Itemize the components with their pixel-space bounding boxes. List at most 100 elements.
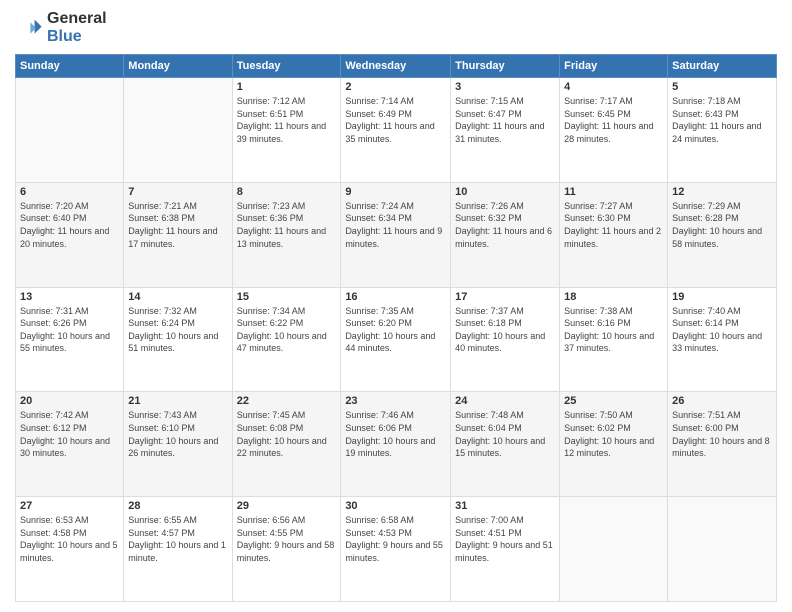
calendar-cell [668,497,777,602]
calendar-cell: 6 Sunrise: 7:20 AM Sunset: 6:40 PM Daylig… [16,182,124,287]
day-number: 10 [455,186,555,198]
day-number: 24 [455,395,555,407]
calendar-cell: 5Sunrise: 7:18 AM Sunset: 6:43 PM Daylig… [668,78,777,183]
calendar-cell: 25 Sunrise: 7:50 AM Sunset: 6:02 PM Dayli… [560,392,668,497]
day-number: 31 [455,500,555,512]
weekday-header-wednesday: Wednesday [341,55,451,78]
calendar-cell: 10Sunrise: 7:26 AM Sunset: 6:32 PM Dayli… [451,182,560,287]
calendar-cell: 22 Sunrise: 7:45 AM Sunset: 6:08 PM Dayli… [232,392,341,497]
logo-icon [15,14,43,42]
calendar-cell: 9 Sunrise: 7:24 AM Sunset: 6:34 PM Daylig… [341,182,451,287]
calendar-cell: 24 Sunrise: 7:48 AM Sunset: 6:04 PM Dayli… [451,392,560,497]
day-info: Sunrise: 7:35 AM Sunset: 6:20 PM Dayligh… [345,305,446,355]
day-info: Sunrise: 7:17 AM Sunset: 6:45 PM Dayligh… [564,95,663,145]
day-info: Sunrise: 7:50 AM Sunset: 6:02 PM Dayligh… [564,409,663,459]
calendar-cell: 20Sunrise: 7:42 AM Sunset: 6:12 PM Dayli… [16,392,124,497]
day-number: 21 [128,395,227,407]
calendar-cell: 3 Sunrise: 7:15 AM Sunset: 6:47 PM Daylig… [451,78,560,183]
day-number: 23 [345,395,446,407]
week-row-2: 6 Sunrise: 7:20 AM Sunset: 6:40 PM Daylig… [16,182,777,287]
week-row-5: 27Sunrise: 6:53 AM Sunset: 4:58 PM Dayli… [16,497,777,602]
calendar-cell: 31 Sunrise: 7:00 AM Sunset: 4:51 PM Dayli… [451,497,560,602]
weekday-header-monday: Monday [124,55,232,78]
day-number: 17 [455,291,555,303]
calendar-cell: 12 Sunrise: 7:29 AM Sunset: 6:28 PM Dayli… [668,182,777,287]
day-info: Sunrise: 7:31 AM Sunset: 6:26 PM Dayligh… [20,305,119,355]
day-number: 9 [345,186,446,198]
day-info: Sunrise: 7:38 AM Sunset: 6:16 PM Dayligh… [564,305,663,355]
day-number: 15 [237,291,337,303]
day-info: Sunrise: 7:12 AM Sunset: 6:51 PM Dayligh… [237,95,337,145]
day-number: 8 [237,186,337,198]
weekday-header-friday: Friday [560,55,668,78]
day-number: 13 [20,291,119,303]
day-number: 12 [672,186,772,198]
weekday-header-thursday: Thursday [451,55,560,78]
day-number: 2 [345,81,446,93]
day-info: Sunrise: 7:51 AM Sunset: 6:00 PM Dayligh… [672,409,772,459]
calendar-cell [560,497,668,602]
calendar-cell: 14 Sunrise: 7:32 AM Sunset: 6:24 PM Dayli… [124,287,232,392]
day-info: Sunrise: 7:23 AM Sunset: 6:36 PM Dayligh… [237,200,337,250]
calendar-cell: 28 Sunrise: 6:55 AM Sunset: 4:57 PM Dayli… [124,497,232,602]
day-info: Sunrise: 7:46 AM Sunset: 6:06 PM Dayligh… [345,409,446,459]
day-info: Sunrise: 7:37 AM Sunset: 6:18 PM Dayligh… [455,305,555,355]
logo-text: General Blue [47,10,107,46]
day-number: 18 [564,291,663,303]
calendar-cell: 18 Sunrise: 7:38 AM Sunset: 6:16 PM Dayli… [560,287,668,392]
day-number: 3 [455,81,555,93]
calendar-cell: 23 Sunrise: 7:46 AM Sunset: 6:06 PM Dayli… [341,392,451,497]
day-info: Sunrise: 6:58 AM Sunset: 4:53 PM Dayligh… [345,514,446,564]
weekday-header-row: SundayMondayTuesdayWednesdayThursdayFrid… [16,55,777,78]
logo: General Blue [15,10,107,46]
calendar-cell: 17 Sunrise: 7:37 AM Sunset: 6:18 PM Dayli… [451,287,560,392]
calendar-table: SundayMondayTuesdayWednesdayThursdayFrid… [15,54,777,602]
day-number: 27 [20,500,119,512]
day-info: Sunrise: 7:45 AM Sunset: 6:08 PM Dayligh… [237,409,337,459]
day-info: Sunrise: 7:18 AM Sunset: 6:43 PM Dayligh… [672,95,772,145]
day-info: Sunrise: 7:29 AM Sunset: 6:28 PM Dayligh… [672,200,772,250]
day-number: 22 [237,395,337,407]
calendar-cell: 30 Sunrise: 6:58 AM Sunset: 4:53 PM Dayli… [341,497,451,602]
day-info: Sunrise: 7:21 AM Sunset: 6:38 PM Dayligh… [128,200,227,250]
day-number: 6 [20,186,119,198]
day-info: Sunrise: 7:24 AM Sunset: 6:34 PM Dayligh… [345,200,446,250]
day-info: Sunrise: 7:42 AM Sunset: 6:12 PM Dayligh… [20,409,119,459]
calendar-cell [124,78,232,183]
calendar-cell: 15 Sunrise: 7:34 AM Sunset: 6:22 PM Dayli… [232,287,341,392]
day-info: Sunrise: 7:32 AM Sunset: 6:24 PM Dayligh… [128,305,227,355]
weekday-header-sunday: Sunday [16,55,124,78]
day-info: Sunrise: 7:48 AM Sunset: 6:04 PM Dayligh… [455,409,555,459]
day-number: 7 [128,186,227,198]
calendar-cell: 7 Sunrise: 7:21 AM Sunset: 6:38 PM Daylig… [124,182,232,287]
day-info: Sunrise: 7:34 AM Sunset: 6:22 PM Dayligh… [237,305,337,355]
day-info: Sunrise: 7:00 AM Sunset: 4:51 PM Dayligh… [455,514,555,564]
week-row-3: 13 Sunrise: 7:31 AM Sunset: 6:26 PM Dayli… [16,287,777,392]
week-row-4: 20Sunrise: 7:42 AM Sunset: 6:12 PM Dayli… [16,392,777,497]
day-info: Sunrise: 7:40 AM Sunset: 6:14 PM Dayligh… [672,305,772,355]
calendar-cell: 11Sunrise: 7:27 AM Sunset: 6:30 PM Dayli… [560,182,668,287]
weekday-header-saturday: Saturday [668,55,777,78]
calendar-cell: 8 Sunrise: 7:23 AM Sunset: 6:36 PM Daylig… [232,182,341,287]
day-info: Sunrise: 7:14 AM Sunset: 6:49 PM Dayligh… [345,95,446,145]
calendar-cell: 29 Sunrise: 6:56 AM Sunset: 4:55 PM Dayli… [232,497,341,602]
header: General Blue [15,10,777,46]
day-info: Sunrise: 7:20 AM Sunset: 6:40 PM Dayligh… [20,200,119,250]
day-number: 25 [564,395,663,407]
calendar-container: General Blue SundayMondayTuesdayWednesda… [0,0,792,612]
day-info: Sunrise: 6:55 AM Sunset: 4:57 PM Dayligh… [128,514,227,564]
calendar-cell: 19 Sunrise: 7:40 AM Sunset: 6:14 PM Dayli… [668,287,777,392]
day-number: 29 [237,500,337,512]
calendar-cell: 1Sunrise: 7:12 AM Sunset: 6:51 PM Daylig… [232,78,341,183]
day-info: Sunrise: 7:43 AM Sunset: 6:10 PM Dayligh… [128,409,227,459]
calendar-cell: 26Sunrise: 7:51 AM Sunset: 6:00 PM Dayli… [668,392,777,497]
day-number: 14 [128,291,227,303]
day-number: 28 [128,500,227,512]
day-info: Sunrise: 7:15 AM Sunset: 6:47 PM Dayligh… [455,95,555,145]
day-info: Sunrise: 6:56 AM Sunset: 4:55 PM Dayligh… [237,514,337,564]
calendar-cell: 13 Sunrise: 7:31 AM Sunset: 6:26 PM Dayli… [16,287,124,392]
day-number: 19 [672,291,772,303]
calendar-cell: 27Sunrise: 6:53 AM Sunset: 4:58 PM Dayli… [16,497,124,602]
day-number: 30 [345,500,446,512]
calendar-cell: 21 Sunrise: 7:43 AM Sunset: 6:10 PM Dayli… [124,392,232,497]
